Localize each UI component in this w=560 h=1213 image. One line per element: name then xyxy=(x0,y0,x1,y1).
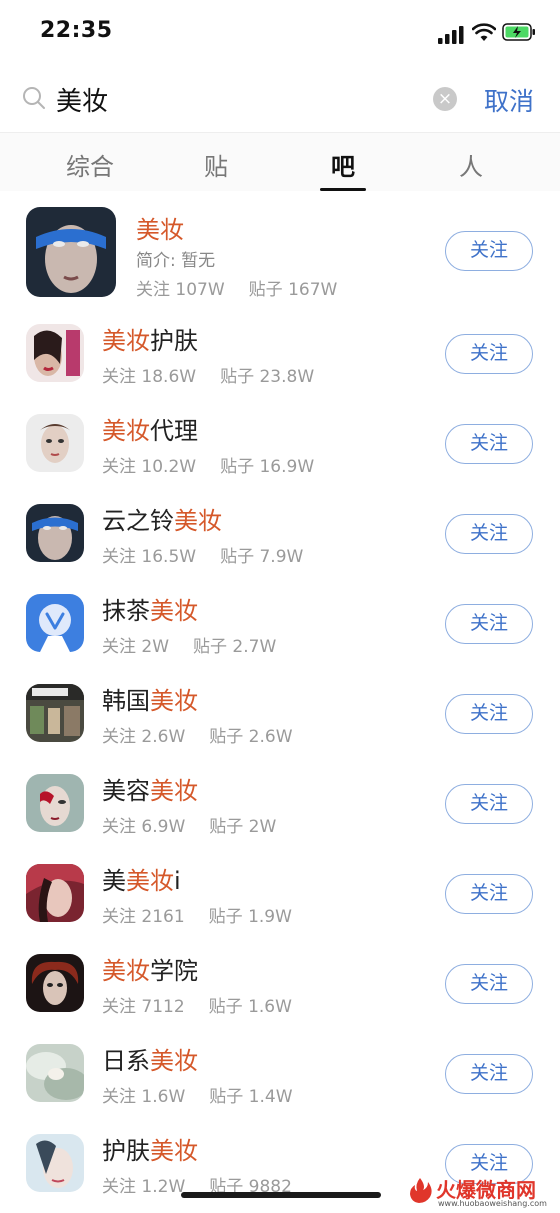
follower-count: 关注 107W xyxy=(136,280,225,300)
forum-stats: 关注 6.9W 贴子 2W xyxy=(102,812,276,837)
forum-name: 美妆学院 xyxy=(102,957,198,985)
post-count: 贴子 23.8W xyxy=(220,367,315,387)
forum-stats: 关注 18.6W 贴子 23.8W xyxy=(102,362,314,387)
forum-row[interactable]: 云之铃美妆 关注 16.5W 贴子 7.9W 关注 xyxy=(0,488,560,578)
forum-row-meizhuang[interactable]: 美妆 简介: 暂无 关注 107W 贴子 167W 关注 xyxy=(0,190,560,308)
tab-overall[interactable]: 综合 xyxy=(50,147,130,182)
forum-name: 抹茶美妆 xyxy=(102,597,198,625)
post-count: 贴子 167W xyxy=(248,280,338,300)
forum-row[interactable]: 韩国美妆 关注 2.6W 贴子 2.6W 关注 xyxy=(0,668,560,758)
forum-row[interactable]: 美妆学院 关注 7112 贴子 1.6W 关注 xyxy=(0,938,560,1028)
cancel-button[interactable]: 取消 xyxy=(484,82,534,118)
search-bar: 美妆 × 取消 xyxy=(0,66,560,132)
forum-stats: 关注 2W 贴子 2.7W xyxy=(102,632,276,657)
forum-name: 美妆 xyxy=(136,216,184,244)
forum-name: 韩国美妆 xyxy=(102,687,198,715)
follower-count: 关注 2.6W xyxy=(102,727,186,747)
forum-stats: 关注 7112 贴子 1.6W xyxy=(102,992,292,1017)
forum-avatar xyxy=(26,1134,84,1192)
post-count: 贴子 2W xyxy=(209,817,277,837)
forum-name: 美妆代理 xyxy=(102,417,198,445)
tab-posts[interactable]: 贴 xyxy=(176,147,256,182)
cellular-signal-icon xyxy=(438,26,464,44)
post-count: 贴子 2.6W xyxy=(209,727,293,747)
forum-avatar xyxy=(26,774,84,832)
follower-count: 关注 10.2W xyxy=(102,457,197,477)
home-indicator[interactable] xyxy=(181,1192,381,1198)
follow-button[interactable]: 关注 xyxy=(445,874,533,914)
post-count: 贴子 1.4W xyxy=(209,1087,293,1107)
forum-row[interactable]: 日系美妆 关注 1.6W 贴子 1.4W 关注 xyxy=(0,1028,560,1118)
post-count: 贴子 1.6W xyxy=(208,997,292,1017)
forum-stats: 关注 2.6W 贴子 2.6W xyxy=(102,722,293,747)
post-count: 贴子 1.9W xyxy=(208,907,292,927)
follow-button[interactable]: 关注 xyxy=(445,694,533,734)
battery-charging-icon xyxy=(502,23,535,41)
follower-count: 关注 1.2W xyxy=(102,1177,186,1197)
forum-stats: 关注 16.5W 贴子 7.9W xyxy=(102,542,303,567)
follower-count: 关注 2161 xyxy=(102,907,185,927)
tab-people[interactable]: 人 xyxy=(431,147,511,182)
forum-avatar xyxy=(26,207,116,297)
status-bar: 22:35 xyxy=(0,0,560,66)
follow-button[interactable]: 关注 xyxy=(445,231,533,271)
forum-row[interactable]: 美美妆i 关注 2161 贴子 1.9W 关注 xyxy=(0,848,560,938)
follower-count: 关注 1.6W xyxy=(102,1087,186,1107)
forum-row[interactable]: 抹茶美妆 关注 2W 贴子 2.7W 关注 xyxy=(0,578,560,668)
forum-stats: 关注 10.2W 贴子 16.9W xyxy=(102,452,314,477)
watermark: 火爆微商网 www.huobaoweishang.com xyxy=(406,1172,556,1212)
search-input[interactable]: 美妆 xyxy=(56,81,108,118)
forum-avatar xyxy=(26,684,84,742)
forum-avatar xyxy=(26,1044,84,1102)
forum-name: 日系美妆 xyxy=(102,1047,198,1075)
post-count: 贴子 16.9W xyxy=(220,457,315,477)
forum-intro: 简介: 暂无 xyxy=(136,251,216,271)
forum-name: 美容美妆 xyxy=(102,777,198,805)
follow-button[interactable]: 关注 xyxy=(445,964,533,1004)
follower-count: 关注 18.6W xyxy=(102,367,197,387)
flame-logo-icon xyxy=(410,1178,432,1203)
follower-count: 关注 7112 xyxy=(102,997,185,1017)
forum-row[interactable]: 美容美妆 关注 6.9W 贴子 2W 关注 xyxy=(0,758,560,848)
follower-count: 关注 6.9W xyxy=(102,817,186,837)
follow-button[interactable]: 关注 xyxy=(445,424,533,464)
forum-avatar xyxy=(26,504,84,562)
forum-row[interactable]: 美妆代理 关注 10.2W 贴子 16.9W 关注 xyxy=(0,398,560,488)
post-count: 贴子 7.9W xyxy=(220,547,304,567)
status-time: 22:35 xyxy=(40,18,113,43)
forum-avatar xyxy=(26,864,84,922)
forum-avatar xyxy=(26,954,84,1012)
post-count: 贴子 2.7W xyxy=(193,637,277,657)
forum-row[interactable]: 美妆护肤 关注 18.6W 贴子 23.8W 关注 xyxy=(0,308,560,398)
forum-name: 护肤美妆 xyxy=(102,1137,198,1165)
forum-stats: 关注 2161 贴子 1.9W xyxy=(102,902,292,927)
search-icon xyxy=(23,87,45,109)
forum-name: 美妆护肤 xyxy=(102,327,198,355)
follow-button[interactable]: 关注 xyxy=(445,334,533,374)
follow-button[interactable]: 关注 xyxy=(445,604,533,644)
forum-stats: 关注 107W 贴子 167W xyxy=(136,275,337,300)
follow-button[interactable]: 关注 xyxy=(445,514,533,554)
forum-name: 美美妆i xyxy=(102,867,181,895)
forum-avatar xyxy=(26,414,84,472)
clear-icon[interactable]: × xyxy=(433,87,457,111)
forum-stats: 关注 1.6W 贴子 1.4W xyxy=(102,1082,293,1107)
follow-button[interactable]: 关注 xyxy=(445,1054,533,1094)
tab-bar: 综合 贴 吧 人 xyxy=(0,132,560,191)
tab-forums[interactable]: 吧 xyxy=(303,147,383,182)
watermark-url: www.huobaoweishang.com xyxy=(438,1199,547,1208)
follow-button[interactable]: 关注 xyxy=(445,784,533,824)
follower-count: 关注 16.5W xyxy=(102,547,197,567)
follower-count: 关注 2W xyxy=(102,637,170,657)
wifi-icon xyxy=(472,23,496,41)
forum-avatar xyxy=(26,594,84,652)
forum-avatar xyxy=(26,324,84,382)
forum-name: 云之铃美妆 xyxy=(102,507,222,535)
